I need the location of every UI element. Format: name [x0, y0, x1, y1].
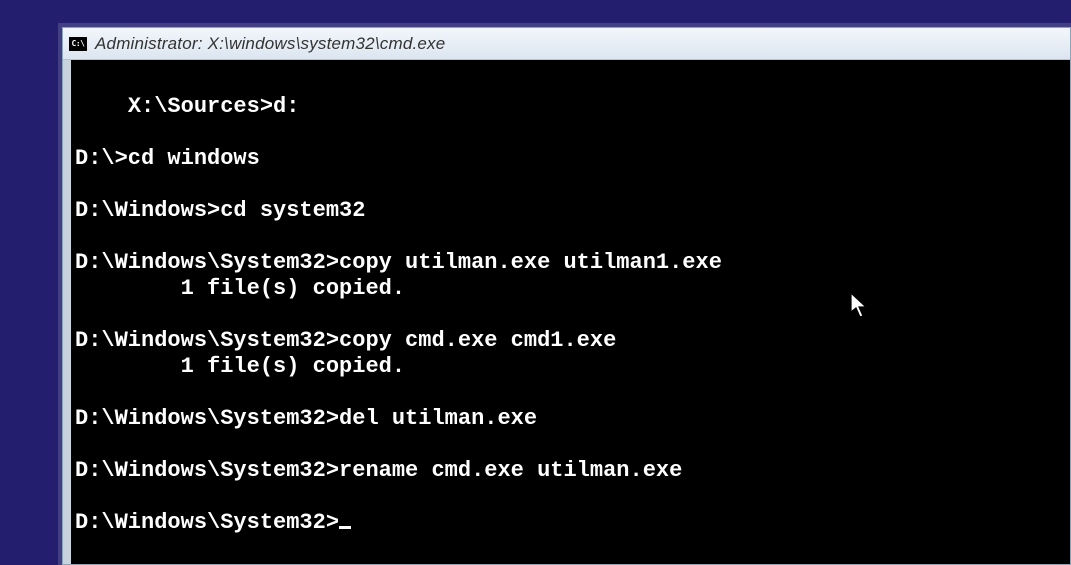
console-area[interactable]: X:\Sources>d: D:\>cd windows D:\Windows>… [71, 60, 1070, 564]
cmd-icon: C:\ [69, 37, 87, 51]
console-output: X:\Sources>d: D:\>cd windows D:\Windows>… [75, 94, 722, 535]
scrollbar-rail[interactable] [63, 60, 71, 564]
titlebar[interactable]: C:\ Administrator: X:\windows\system32\c… [63, 28, 1070, 60]
text-cursor [339, 526, 351, 529]
cmd-window: C:\ Administrator: X:\windows\system32\c… [62, 27, 1071, 565]
window-title: Administrator: X:\windows\system32\cmd.e… [95, 34, 445, 54]
